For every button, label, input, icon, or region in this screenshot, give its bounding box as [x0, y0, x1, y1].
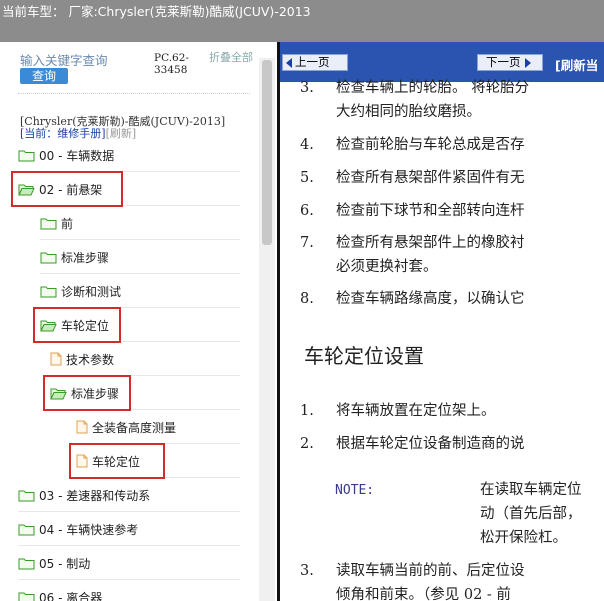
tree-item[interactable]: 全装备高度测量 [76, 416, 176, 438]
search-input[interactable] [20, 53, 150, 68]
list-item: 3. 检查车辆上的轮胎。 将轮胎分 [300, 80, 530, 96]
tree-row-divider [18, 545, 240, 546]
next-page-label: 下一页 [486, 55, 521, 69]
tree-item[interactable]: 04 - 车辆快速参考 [18, 518, 138, 540]
prev-page-button[interactable]: 上一页 [282, 54, 348, 71]
prev-page-label: 上一页 [295, 55, 330, 69]
list-item: 7. 检查所有悬架部件上的橡胶衬 [300, 235, 525, 251]
folder-icon [40, 217, 57, 230]
tree-item-label: 05 - 制动 [39, 556, 91, 571]
highlight-box [43, 375, 131, 411]
list-item: 4. 检查前轮胎与车轮总成是否存 [300, 137, 525, 153]
folder-icon [18, 591, 35, 601]
arrow-right-icon [524, 57, 531, 68]
tree-item-label: 全装备高度测量 [92, 420, 177, 435]
note-label: NOTE: [335, 483, 375, 498]
tree-item[interactable]: 标准步骤 [40, 246, 109, 268]
tree-item-label: 00 - 车辆数据 [39, 148, 115, 163]
highlight-box [33, 307, 121, 343]
list-item-continuation: 大约相同的胎纹磨损。 [336, 104, 481, 120]
tree-item-label: 技术参数 [66, 352, 115, 367]
tree-item-label: 03 - 差速器和传动系 [39, 488, 151, 503]
folder-icon [40, 285, 57, 298]
arrow-left-icon [286, 57, 292, 68]
tree-item[interactable]: 00 - 车辆数据 [18, 144, 114, 166]
tree-item[interactable]: 05 - 制动 [18, 552, 90, 574]
tree-item[interactable]: 前 [40, 212, 73, 234]
current-location: [当前：维修手册][刷新] [20, 125, 136, 141]
tree-item-label: 04 - 车辆快速参考 [39, 522, 139, 537]
note-text: 在读取车辆定位 [480, 482, 582, 498]
note-text: 动（首先后部， [480, 506, 582, 522]
refresh-page-link[interactable]: [刷新当 [555, 55, 598, 74]
current-vehicle-title: 当前车型： 厂家:Chrysler(克莱斯勒)酷威(JCUV)-2013 [2, 4, 311, 19]
document-icon [50, 352, 62, 366]
highlight-box [11, 171, 123, 207]
left-navigation-pane: 查询 PC.62-33458 折叠全部 [Chrysler(克莱斯勒)-酷威(J… [0, 42, 276, 601]
folder-icon [18, 557, 35, 570]
search-button[interactable]: 查询 [20, 68, 68, 84]
highlight-box [69, 443, 165, 479]
tree-item[interactable]: 诊断和测试 [40, 280, 121, 302]
document-pane: 上一页 下一页 [刷新当 3. 检查车辆上的轮胎。 将轮胎分 大约相同的胎纹磨损。… [277, 42, 604, 601]
list-item: 3. 读取车辆当前的前、后定位设 [300, 563, 525, 579]
list-item: 1. 将车辆放置在定位架上。 [300, 403, 496, 419]
divider [18, 93, 250, 94]
folder-icon [18, 489, 35, 502]
list-item-continuation: 必须更换衬套。 [336, 259, 438, 275]
tree-item-label: 06 - 离合器 [39, 590, 103, 601]
tree-item[interactable]: 技术参数 [50, 348, 114, 370]
tree-item-label: 诊断和测试 [61, 284, 122, 299]
list-item-continuation: 倾角和前束。（参见 02 - 前 [336, 587, 511, 601]
section-heading: 车轮定位设置 [304, 344, 424, 368]
tree-row-divider [18, 511, 240, 512]
folder-icon [40, 251, 57, 264]
list-item: 5. 检查所有悬架部件紧固件有无 [300, 170, 525, 186]
tree-row-divider [18, 579, 240, 580]
refresh-tree-link[interactable]: [刷新] [106, 127, 137, 140]
tree-item[interactable]: 06 - 离合器 [18, 586, 102, 601]
tree-item[interactable]: 03 - 差速器和传动系 [18, 484, 150, 506]
document-icon [76, 420, 88, 434]
note-text: 松开保险杠。 [480, 530, 567, 546]
tree-row-divider [40, 273, 240, 274]
tree-row-divider [40, 239, 240, 240]
list-item: 2. 根据车轮定位设备制造商的说 [300, 436, 525, 452]
list-item: 8. 检查车辆路缘高度，以确认它 [300, 291, 525, 307]
folder-icon [18, 149, 35, 162]
pc-code: PC.62-33458 [154, 52, 189, 76]
list-item: 6. 检查前下球节和全部转向连杆 [300, 203, 525, 219]
current-manual-label: [当前：维修手册] [20, 127, 106, 140]
tree-item-label: 前 [61, 216, 74, 231]
left-scrollbar-thumb[interactable] [262, 60, 272, 245]
folder-icon [18, 523, 35, 536]
title-bar: 当前车型： 厂家:Chrysler(克莱斯勒)酷威(JCUV)-2013 [0, 0, 604, 42]
tree-item-label: 标准步骤 [61, 250, 110, 265]
next-page-button[interactable]: 下一页 [477, 54, 543, 71]
collapse-all-button[interactable]: 折叠全部 [209, 52, 253, 64]
